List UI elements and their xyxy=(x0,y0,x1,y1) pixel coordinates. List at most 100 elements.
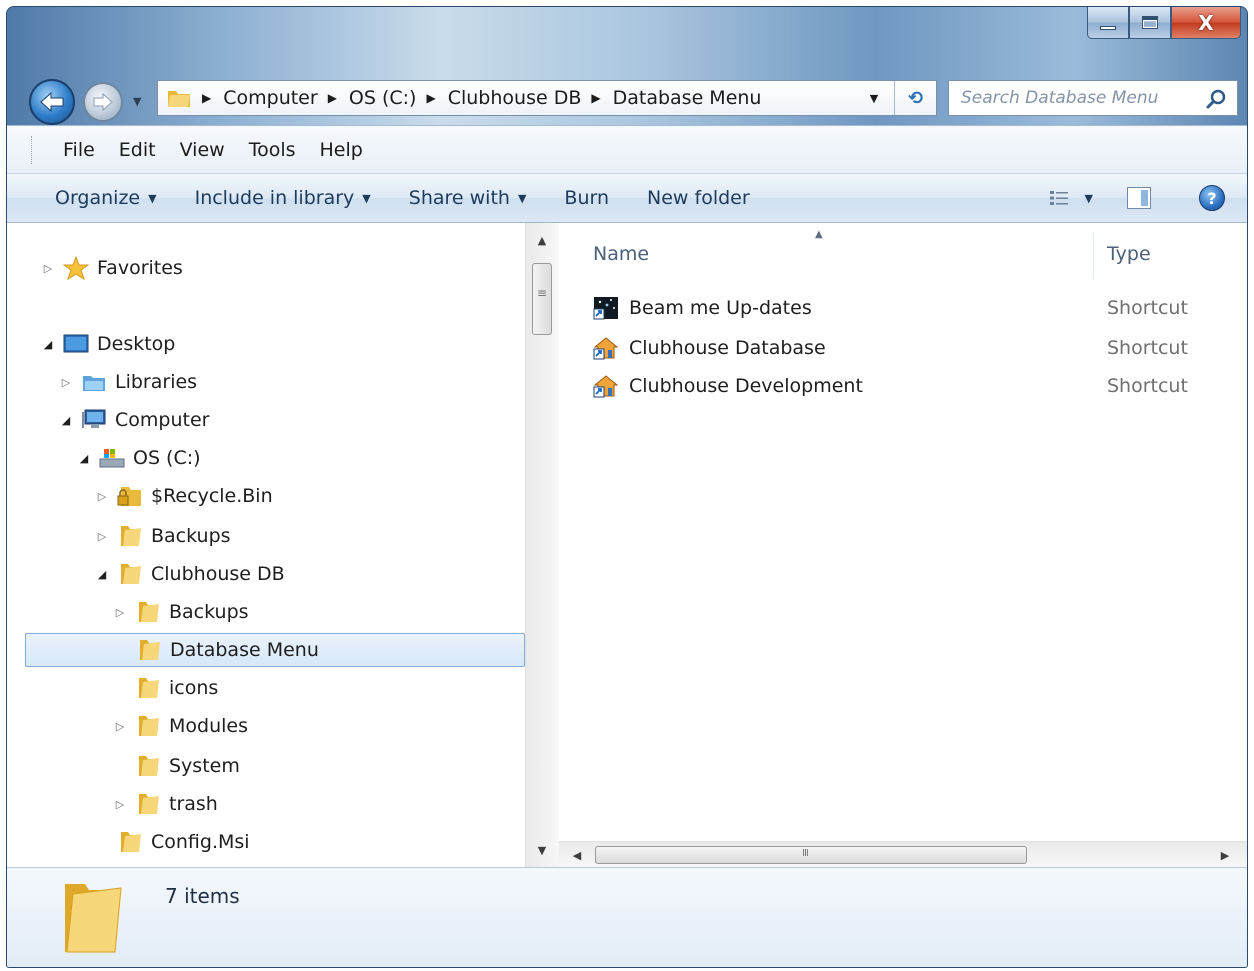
column-divider[interactable] xyxy=(1093,233,1094,279)
menu-bar: File Edit View Tools Help xyxy=(7,125,1247,173)
file-list-pane: ▲ Name Type Beam me Up-dates Shortcut Cl… xyxy=(559,223,1247,867)
breadcrumb-separator[interactable]: ▶ xyxy=(324,91,343,105)
tree-item-desktop[interactable]: ◢ Desktop xyxy=(41,327,176,361)
title-bar: X ▼ ▶ Computer ▶ OS (C:) ▶ Clubhouse DB … xyxy=(7,7,1247,125)
tree-item-label: Backups xyxy=(169,601,249,623)
tree-item-clubhouse-db[interactable]: ◢ Clubhouse DB xyxy=(95,557,285,591)
tree-item-backups[interactable]: ▷ Backups xyxy=(95,519,231,553)
details-pane: 7 items xyxy=(7,867,1247,967)
menu-file[interactable]: File xyxy=(51,139,107,161)
address-history-dropdown[interactable]: ▼ xyxy=(862,81,886,115)
tree-item-modules[interactable]: ▷ Modules xyxy=(113,709,248,743)
tree-item-os-c[interactable]: ◢ OS (C:) xyxy=(77,441,201,475)
locked-folder-icon xyxy=(117,487,141,506)
column-headers: ▲ Name Type xyxy=(559,223,1247,279)
file-name: Clubhouse Development xyxy=(629,375,863,397)
menu-view[interactable]: View xyxy=(168,139,237,161)
breadcrumb-clubhouse-db[interactable]: Clubhouse DB xyxy=(442,81,588,115)
tree-item-favorites[interactable]: ▷ Favorites xyxy=(41,251,183,285)
change-view-button[interactable]: ▼ xyxy=(1049,189,1093,207)
share-with-button[interactable]: Share with ▼ xyxy=(397,187,539,209)
preview-pane-button[interactable] xyxy=(1127,187,1151,209)
collapse-icon[interactable]: ◢ xyxy=(95,568,109,581)
tree-item-icons[interactable]: icons xyxy=(113,671,218,705)
organize-button[interactable]: Organize ▼ xyxy=(43,187,169,209)
column-header-type[interactable]: Type xyxy=(1107,243,1151,265)
expand-icon[interactable]: ▷ xyxy=(113,798,127,811)
burn-button[interactable]: Burn xyxy=(552,187,621,209)
address-bar[interactable]: ▶ Computer ▶ OS (C:) ▶ Clubhouse DB ▶ Da… xyxy=(157,80,937,116)
collapse-icon[interactable]: ◢ xyxy=(59,414,73,427)
menu-help[interactable]: Help xyxy=(308,139,375,161)
horizontal-scrollbar[interactable]: ◀ ▶ xyxy=(559,841,1247,867)
column-header-name[interactable]: Name xyxy=(593,243,649,265)
tree-item-clubhouse-backups[interactable]: ▷ Backups xyxy=(113,595,249,629)
close-button[interactable]: X xyxy=(1171,7,1241,39)
folder-icon xyxy=(139,678,159,698)
expand-icon[interactable]: ▷ xyxy=(41,262,55,275)
menu-edit[interactable]: Edit xyxy=(107,139,168,161)
expand-icon[interactable]: ▷ xyxy=(95,530,109,543)
tree-item-label: Computer xyxy=(115,409,210,431)
scroll-thumb[interactable] xyxy=(595,846,1027,864)
tree-item-label: Database Menu xyxy=(170,639,319,661)
tree-item-database-menu[interactable]: Database Menu xyxy=(25,633,525,667)
scroll-right-button[interactable]: ▶ xyxy=(1213,842,1237,868)
breadcrumb-separator[interactable]: ▶ xyxy=(198,91,217,105)
tree-item-libraries[interactable]: ▷ Libraries xyxy=(59,365,197,399)
expand-icon[interactable]: ▷ xyxy=(59,376,73,389)
folder-icon xyxy=(139,794,159,814)
maximize-button[interactable] xyxy=(1129,7,1171,39)
forward-button[interactable] xyxy=(83,82,123,122)
collapse-icon[interactable]: ◢ xyxy=(77,452,91,465)
back-button[interactable] xyxy=(29,79,75,125)
tree-item-system[interactable]: System xyxy=(113,749,240,783)
expand-icon[interactable]: ▷ xyxy=(95,490,109,503)
minimize-button[interactable] xyxy=(1087,7,1129,39)
folder-icon xyxy=(139,602,159,622)
navigation-pane: ▷ Favorites ◢ Desktop ▷ Libraries ◢ Comp… xyxy=(7,223,525,867)
scroll-up-button[interactable]: ▲ xyxy=(526,227,558,253)
refresh-button[interactable]: ⟲ xyxy=(894,81,936,115)
folder-icon xyxy=(140,640,160,660)
help-button[interactable]: ? xyxy=(1199,185,1225,211)
file-row[interactable]: Clubhouse Development Shortcut xyxy=(593,369,1233,403)
breadcrumb-os-c[interactable]: OS (C:) xyxy=(343,81,423,115)
desktop-icon xyxy=(63,334,89,353)
tree-item-label: System xyxy=(169,755,240,777)
refresh-icon: ⟲ xyxy=(907,87,924,109)
tree-item-label: Backups xyxy=(151,525,231,547)
breadcrumb-separator[interactable]: ▶ xyxy=(422,91,441,105)
tree-item-recycle-bin[interactable]: ▷ $Recycle.Bin xyxy=(95,479,273,513)
tree-item-config-msi[interactable]: Config.Msi xyxy=(95,825,250,859)
file-row[interactable]: Beam me Up-dates Shortcut xyxy=(593,291,1233,325)
include-in-library-label: Include in library xyxy=(194,187,355,209)
breadcrumb-computer[interactable]: Computer xyxy=(217,81,323,115)
details-view-icon xyxy=(1049,191,1068,205)
tree-item-label: Clubhouse DB xyxy=(151,563,285,585)
expand-icon[interactable]: ▷ xyxy=(113,720,127,733)
include-in-library-button[interactable]: Include in library ▼ xyxy=(183,187,383,209)
breadcrumb-database-menu[interactable]: Database Menu xyxy=(607,81,768,115)
file-row[interactable]: Clubhouse Database Shortcut xyxy=(593,331,1233,365)
search-icon[interactable] xyxy=(1205,88,1227,110)
minimize-icon xyxy=(1100,25,1116,30)
search-input[interactable] xyxy=(961,88,1201,108)
tree-item-computer[interactable]: ◢ Computer xyxy=(59,403,210,437)
scroll-down-button[interactable]: ▼ xyxy=(526,837,558,863)
expand-icon[interactable]: ▷ xyxy=(113,606,127,619)
menu-tools[interactable]: Tools xyxy=(237,139,308,161)
tree-item-trash[interactable]: ▷ trash xyxy=(113,787,218,821)
scroll-thumb[interactable] xyxy=(532,263,552,335)
menu-grip xyxy=(31,135,35,164)
scroll-left-button[interactable]: ◀ xyxy=(565,842,589,868)
recent-pages-dropdown[interactable]: ▼ xyxy=(133,95,145,108)
file-type: Shortcut xyxy=(1107,297,1188,319)
new-folder-button[interactable]: New folder xyxy=(635,187,762,209)
folder-icon xyxy=(121,526,141,546)
navigation-scrollbar[interactable]: ▲ ▼ xyxy=(525,223,559,867)
collapse-icon[interactable]: ◢ xyxy=(41,338,55,351)
burn-label: Burn xyxy=(564,187,610,209)
breadcrumb-separator[interactable]: ▶ xyxy=(587,91,606,105)
sort-ascending-icon: ▲ xyxy=(815,229,823,240)
